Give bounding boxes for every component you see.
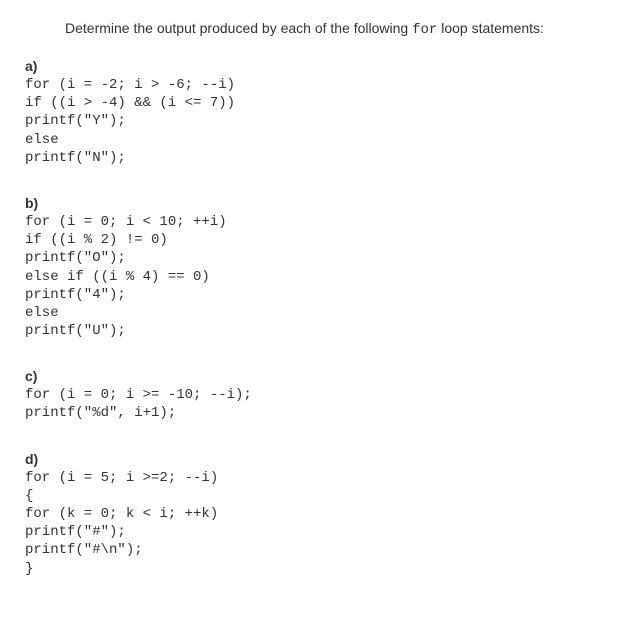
- code-block-a: for (i = -2; i > -6; --i) if ((i > -4) &…: [25, 76, 619, 167]
- part-label: a): [25, 58, 619, 74]
- part-label: d): [25, 451, 619, 467]
- question-prompt: Determine the output produced by each of…: [25, 20, 619, 38]
- question-text-suffix: loop statements:: [437, 20, 544, 36]
- code-block-b: for (i = 0; i < 10; ++i) if ((i % 2) != …: [25, 213, 619, 340]
- part-label: c): [25, 368, 619, 384]
- code-block-d: for (i = 5; i >=2; --i) { for (k = 0; k …: [25, 469, 619, 578]
- part-c: c) for (i = 0; i >= -10; --i); printf("%…: [25, 368, 619, 422]
- question-text-prefix: Determine the output produced by each of…: [65, 20, 412, 36]
- code-block-c: for (i = 0; i >= -10; --i); printf("%d",…: [25, 386, 619, 422]
- part-b: b) for (i = 0; i < 10; ++i) if ((i % 2) …: [25, 195, 619, 340]
- part-d: d) for (i = 5; i >=2; --i) { for (k = 0;…: [25, 451, 619, 578]
- part-a: a) for (i = -2; i > -6; --i) if ((i > -4…: [25, 58, 619, 167]
- question-code-word: for: [412, 22, 437, 38]
- part-label: b): [25, 195, 619, 211]
